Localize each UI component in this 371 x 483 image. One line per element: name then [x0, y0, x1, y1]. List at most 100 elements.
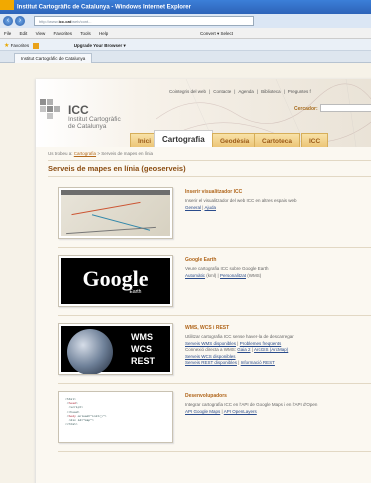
wms-thumbnail[interactable]: WMS WCS REST	[58, 323, 173, 375]
menu-favorites[interactable]: Favorites	[54, 31, 73, 36]
link-sep: |	[251, 347, 253, 352]
url-path: /web/cont...	[71, 19, 92, 24]
item-title[interactable]: Inserir visualitzador ICC	[185, 189, 242, 195]
divider	[58, 315, 371, 316]
window-title: Institut Cartogràfic de Catalunya - Wind…	[17, 4, 191, 11]
link-wcs-disponibles[interactable]: Serveis WCS disponibles	[185, 354, 236, 359]
link-informacio-rest[interactable]: Informació REST	[241, 360, 275, 365]
link-ajuda[interactable]: Ajuda	[204, 205, 216, 210]
toplink-agenda[interactable]: Agenda	[238, 89, 254, 94]
link-suffix: (WMS)	[247, 272, 262, 278]
divider	[58, 383, 371, 384]
url-host: icc.cat	[58, 19, 72, 24]
link-sep: |	[238, 360, 240, 365]
link-general[interactable]: General	[185, 205, 201, 210]
page-background: ICC Institut Cartogràfic de Catalunya Coi…	[0, 63, 371, 483]
menu-edit[interactable]: Edit	[20, 31, 28, 36]
divider	[48, 160, 371, 161]
thumb-word-wcs: WCS	[131, 344, 152, 354]
breadcrumb-prefix: Us trobeu a:	[48, 151, 73, 156]
site-container: ICC Institut Cartogràfic de Catalunya Coi…	[36, 79, 371, 483]
toplink-biblioteca[interactable]: Biblioteca	[261, 89, 281, 94]
favorites-bar: ★ Favorites Upgrade Your Browser ▾	[0, 39, 371, 51]
link-sep: |	[237, 340, 239, 346]
suggested-sites-icon[interactable]	[33, 42, 40, 49]
code-preview-image: <html> <head> <script> </head> <body onl…	[61, 394, 170, 440]
menu-tools[interactable]: Tools	[80, 31, 91, 36]
toplink-web[interactable]: Cointegris del web	[169, 89, 206, 94]
link-sep: |	[217, 272, 219, 278]
item-title[interactable]: Desenvolupadors	[185, 393, 227, 399]
favorites-star-icon[interactable]: ★	[4, 43, 9, 49]
item-description: Inserir el visualitzador del web ICC en …	[185, 198, 371, 211]
map-toolbar	[61, 190, 170, 195]
url-input[interactable]: http://www.icc.cat/web/cont...	[34, 16, 254, 26]
top-links: Cointegris del web | Contacte | Agenda | Bibli…	[169, 89, 314, 94]
logo-subtitle-line2: de Catalunya	[68, 123, 107, 130]
thumb-word-rest: REST	[131, 356, 156, 366]
site-nav-tabs: Inici Cartografia Geodèsia Cartoteca ICC	[36, 130, 371, 147]
link-suffix: (kml)	[206, 272, 217, 278]
breadcrumb: Us trobeu a: Cartografia > Serveis de ma…	[48, 151, 153, 156]
address-bar: ‹ › http://www.icc.cat/web/cont...	[0, 14, 371, 28]
link-automatic[interactable]: Automàtic	[185, 273, 205, 278]
back-arrow-icon[interactable]: ‹	[3, 16, 13, 26]
tab-geodesia[interactable]: Geodèsia	[212, 133, 258, 147]
visualitzador-thumbnail[interactable]	[58, 187, 173, 239]
wms-preview-image: WMS WCS REST	[61, 326, 170, 374]
window-titlebar: Institut Cartogràfic de Catalunya - Wind…	[0, 0, 371, 14]
link-wms-disponibles[interactable]: Serveis WMS disponibles	[185, 341, 236, 346]
item-desc-text: Utilitzar cartografia ICC sense haver-la…	[185, 334, 294, 339]
toplink-contacte[interactable]: Contacte	[213, 89, 231, 94]
tab-cartografia[interactable]: Cartografia	[154, 130, 213, 147]
breadcrumb-current: > Serveis de mapes en línia	[97, 151, 153, 156]
menu-file[interactable]: File	[4, 31, 11, 36]
wms-direct-label: Connexió directa a WMS:	[185, 347, 237, 352]
forward-arrow-icon[interactable]: ›	[15, 16, 25, 26]
menu-bar: File Edit View Favorites Tools Help Conv…	[0, 28, 371, 39]
thumb-word-wms: WMS	[131, 332, 153, 342]
menu-help[interactable]: Help	[99, 31, 108, 36]
developers-thumbnail[interactable]: <html> <head> <script> </head> <body onl…	[58, 391, 173, 443]
browser-tab[interactable]: Institut Cartogràfic de Catalunya	[14, 53, 93, 63]
link-gaia[interactable]: Gaia 2	[237, 347, 250, 352]
convert-button[interactable]: Convert ▾ Select	[200, 31, 233, 37]
logo-title[interactable]: ICC	[68, 103, 89, 117]
search-label: Cercador:	[294, 106, 318, 112]
search-input[interactable]	[320, 104, 371, 112]
link-api-openlayers[interactable]: API OpenLayers	[224, 409, 257, 414]
divider	[48, 176, 371, 177]
divider	[58, 451, 371, 452]
tab-bar: Institut Cartogràfic de Catalunya	[0, 51, 371, 63]
map-preview-image	[61, 190, 170, 236]
logo-subtitle: Institut Cartogràfic de Catalunya	[68, 116, 121, 130]
logo-subtitle-line1: Institut Cartogràfic	[68, 116, 121, 123]
link-api-google-maps[interactable]: API Google Maps	[185, 409, 220, 414]
upgrade-browser-link[interactable]: Upgrade Your Browser ▾	[74, 43, 126, 48]
divider	[58, 247, 371, 248]
url-prefix: http://www.	[39, 19, 59, 24]
link-problemes[interactable]: Problemes freqüents	[240, 341, 282, 346]
toplink-preguntes[interactable]: Preguntes f	[288, 89, 311, 94]
favorites-label[interactable]: Favorites	[11, 43, 30, 48]
item-title[interactable]: WMS, WCS i REST	[185, 325, 229, 331]
item-description: Utilitzar cartografia ICC sense haver-la…	[185, 334, 371, 367]
link-arcgis[interactable]: ArcGIS (ArcMap)	[254, 347, 288, 352]
link-rest-disponibles[interactable]: Serveis REST disponibles	[185, 360, 237, 365]
icc-logo-icon[interactable]	[40, 99, 66, 121]
item-description: Integrar cartografia ICC en l'API de Goo…	[185, 402, 371, 415]
item-description: Veure cartografia ICC sobre Google Earth…	[185, 266, 371, 279]
google-earth-logo: Google Earth	[61, 258, 170, 304]
toplink-sep: |	[234, 89, 236, 94]
tab-cartoteca[interactable]: Cartoteca	[254, 133, 300, 147]
google-logo-text: Google	[82, 266, 149, 291]
item-title[interactable]: Google Earth	[185, 257, 216, 263]
item-desc-text: Inserir el visualitzador del web ICC en …	[185, 198, 297, 203]
link-personalitzat[interactable]: Personalitzat	[220, 273, 246, 278]
page-title: Serveis de mapes en línia (geoserveis)	[48, 164, 186, 173]
tab-icc[interactable]: ICC	[301, 133, 329, 147]
menu-view[interactable]: View	[36, 31, 46, 36]
google-earth-thumbnail[interactable]: Google Earth	[58, 255, 173, 307]
link-sep: |	[221, 408, 223, 414]
breadcrumb-link-cartografia[interactable]: Cartografia	[74, 151, 96, 156]
